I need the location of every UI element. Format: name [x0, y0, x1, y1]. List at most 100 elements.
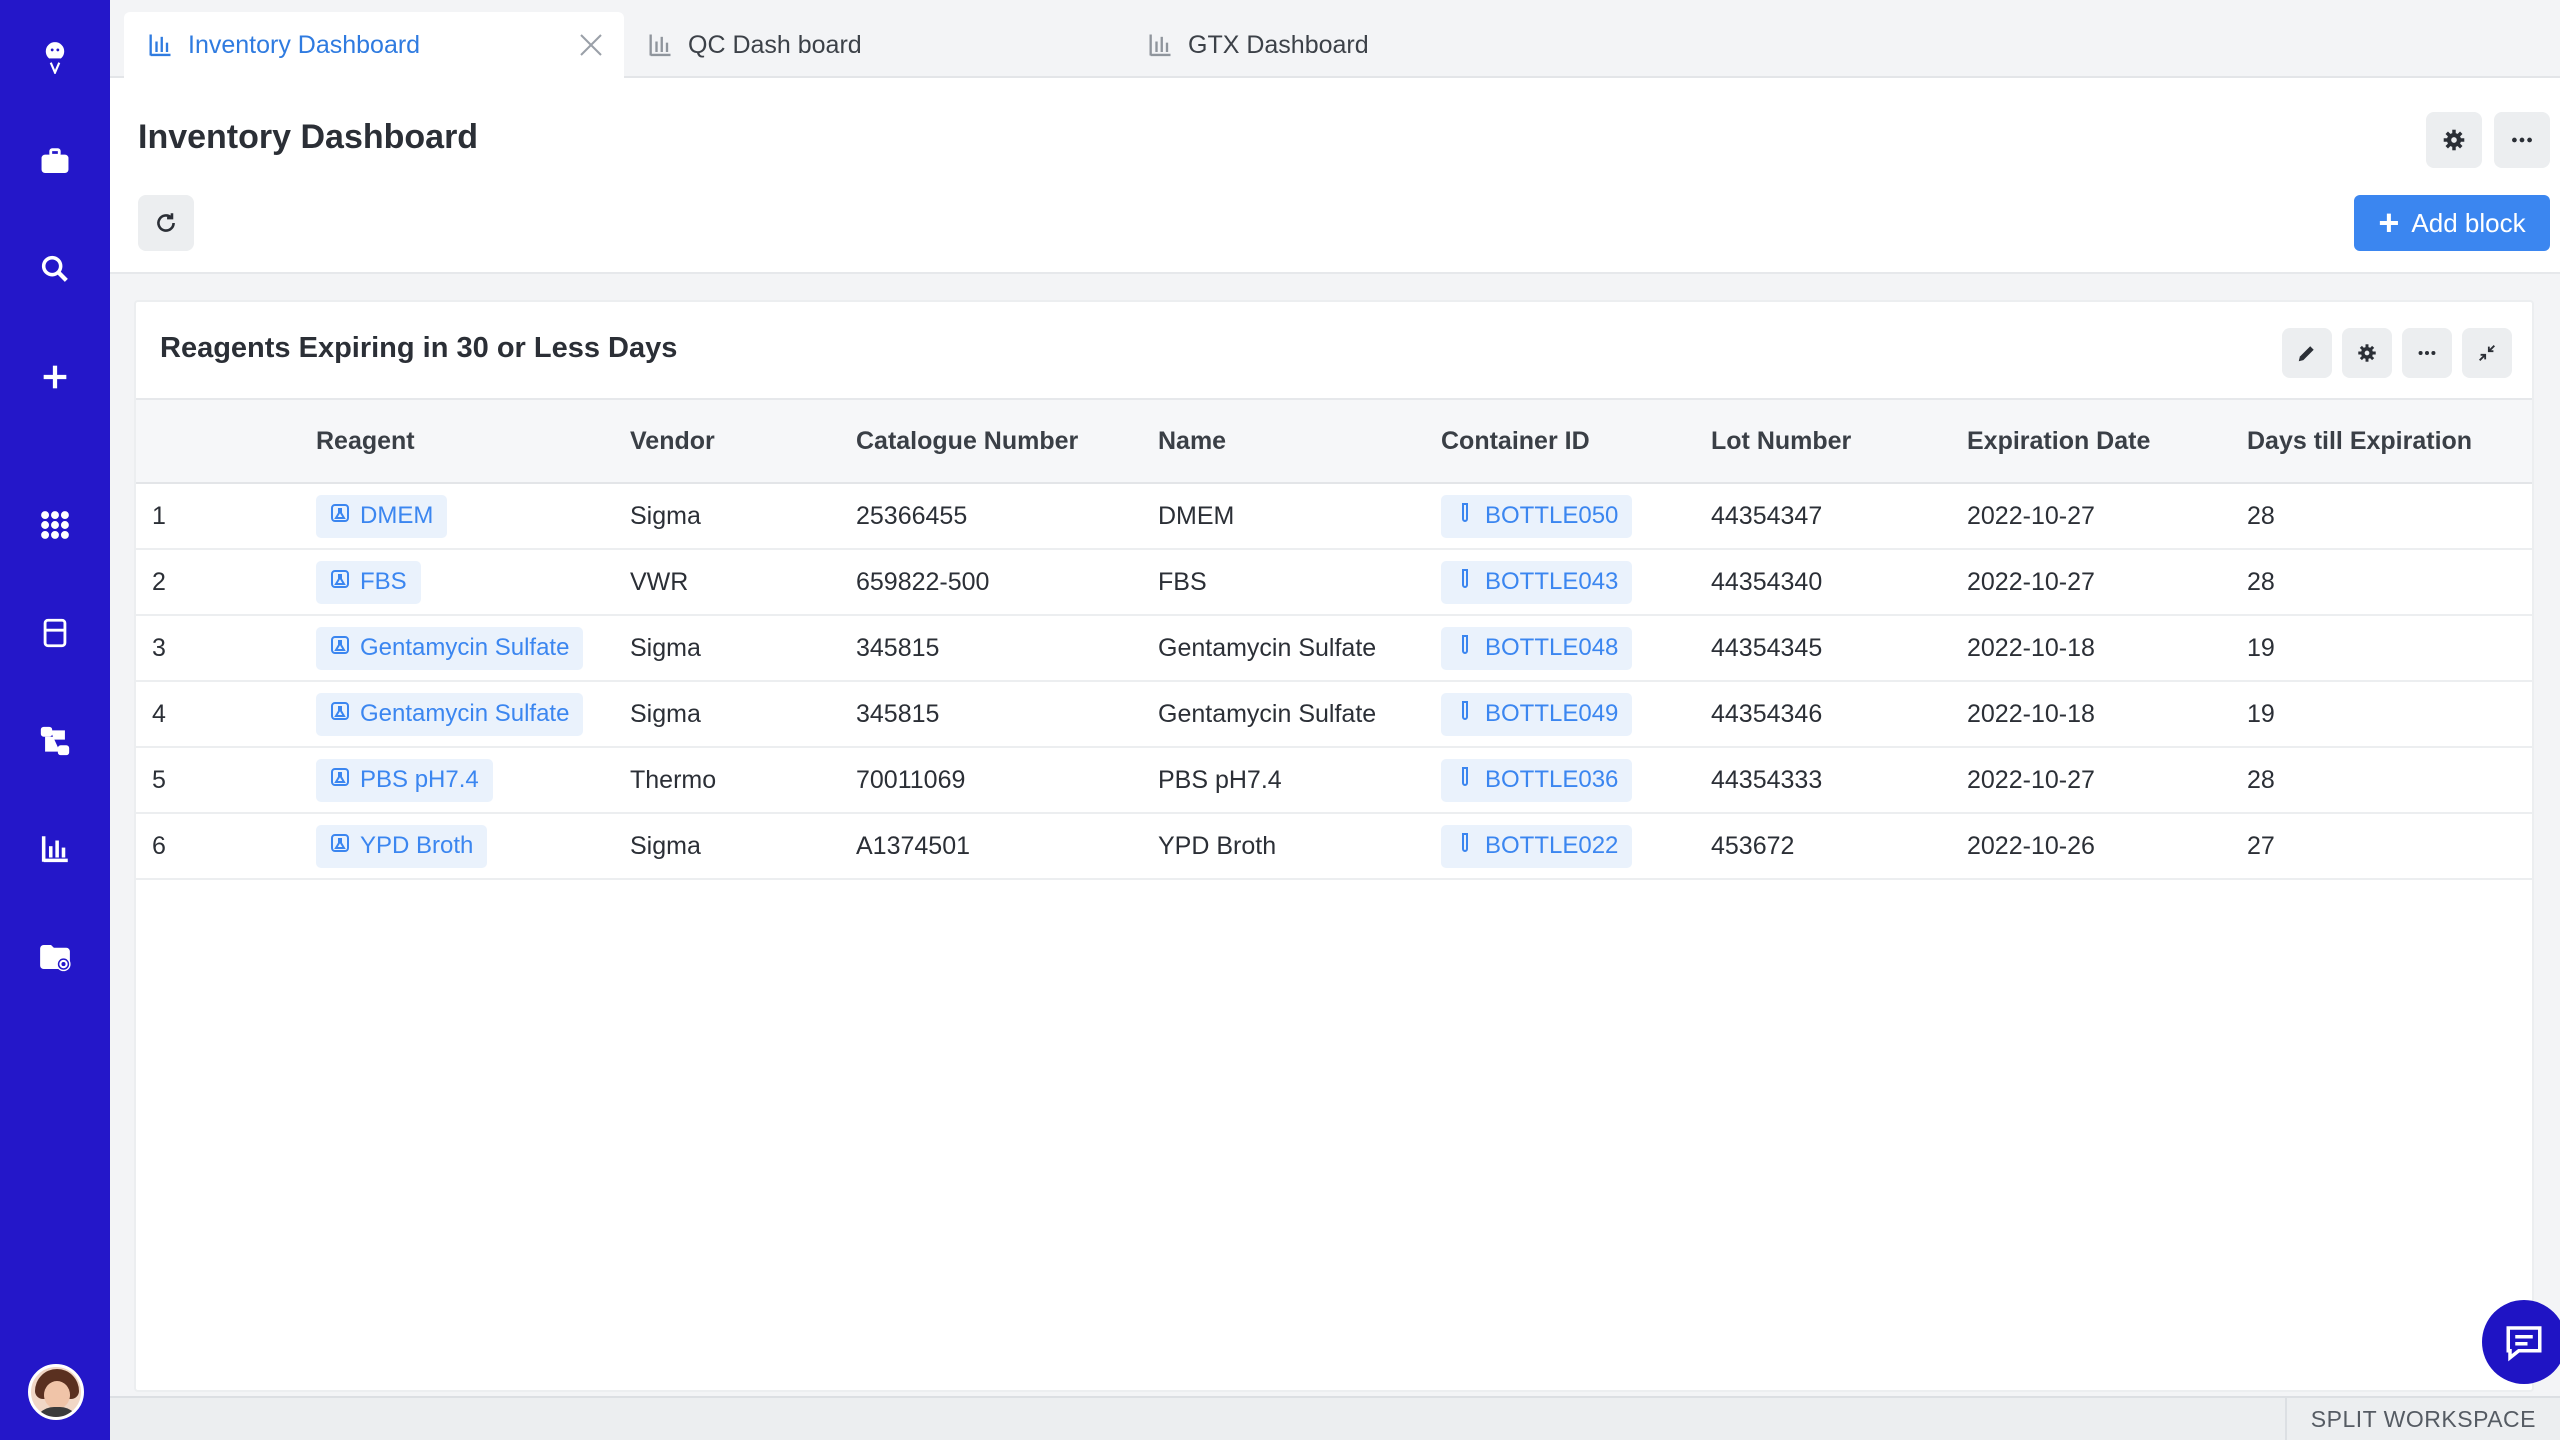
card-title: Reagents Expiring in 30 or Less Days [160, 332, 678, 364]
reagents-expiring-card: Reagents Expiring in 30 or Less Days Rea… [134, 300, 2534, 1392]
folder-settings-icon[interactable] [20, 922, 90, 992]
column-header-container-id[interactable]: Container ID [1441, 399, 1711, 483]
tube-icon [1453, 501, 1477, 532]
catalogue-number-cell: A1374501 [856, 831, 971, 860]
table-row[interactable]: 4 Gentamycin Sulfate Sigma 345815 Gentamycin… [136, 681, 2532, 747]
reagent-cell: Gentamycin Sulfate [316, 615, 630, 681]
lot-number-cell: 44354345 [1711, 633, 1823, 662]
table-row[interactable]: 5 PBS pH7.4 Thermo 70011069 PBS pH7.4 BOTTLE0… [136, 747, 2532, 813]
tab-qc-dashboard[interactable]: QC Dash board [624, 12, 1124, 78]
add-block-button[interactable]: + Add block [2354, 195, 2550, 251]
expiration-date-cell: 2022-10-18 [1967, 633, 2095, 662]
container-link[interactable]: BOTTLE036 [1441, 758, 1633, 802]
tab-label: QC Dash board [688, 30, 862, 59]
vendor-cell: Sigma [630, 633, 701, 662]
chat-support-button[interactable] [2482, 1300, 2560, 1384]
catalogue-number-cell: 25366455 [856, 501, 968, 530]
reagent-flask-icon [328, 567, 352, 598]
vendor-cell: Thermo [630, 765, 717, 794]
days-till-expiration-cell: 28 [2247, 765, 2275, 794]
apps-grid-icon[interactable] [20, 490, 90, 560]
reagent-flask-icon [328, 501, 352, 532]
tab-gtx-dashboard[interactable]: GTX Dashboard [1124, 12, 1624, 78]
edit-block-button[interactable] [2282, 328, 2332, 378]
split-workspace-button[interactable]: SPLIT WORKSPACE [2284, 1398, 2560, 1440]
briefcase-icon[interactable] [20, 126, 90, 196]
bar-chart-icon[interactable] [20, 814, 90, 884]
reagent-link[interactable]: Gentamycin Sulfate [316, 692, 584, 736]
reagent-link[interactable]: FBS [316, 560, 421, 604]
column-header-lot-number[interactable]: Lot Number [1711, 399, 1967, 483]
reagent-name: Gentamycin Sulfate [360, 634, 570, 661]
pencil-icon [2298, 346, 2314, 362]
gear-icon [2443, 129, 2465, 151]
refresh-button[interactable] [138, 195, 194, 251]
reagent-link[interactable]: DMEM [316, 494, 448, 538]
column-header-expiration-date[interactable]: Expiration Date [1967, 399, 2247, 483]
row-index: 4 [152, 699, 166, 728]
column-header-name[interactable]: Name [1158, 399, 1441, 483]
dashboard-settings-button[interactable] [2426, 112, 2482, 168]
collapse-block-button[interactable] [2462, 328, 2512, 378]
workflow-icon[interactable] [20, 706, 90, 776]
close-tab-icon[interactable] [576, 30, 606, 60]
container-cell: BOTTLE043 [1441, 549, 1711, 615]
logo-icon[interactable] [20, 22, 90, 92]
column-header-vendor[interactable]: Vendor [630, 399, 856, 483]
vendor-cell: Sigma [630, 699, 701, 728]
days-till-expiration-cell: 27 [2247, 831, 2275, 860]
lot-number-cell: 44354346 [1711, 699, 1823, 728]
table-body: 1 DMEM Sigma 25366455 DMEM BOTTLE050 44354347 2… [136, 483, 2532, 879]
expiration-date-cell: 2022-10-18 [1967, 699, 2095, 728]
container-link[interactable]: BOTTLE050 [1441, 494, 1633, 538]
table-row[interactable]: 3 Gentamycin Sulfate Sigma 345815 Gentamycin… [136, 615, 2532, 681]
column-header-days-till-expiration[interactable]: Days till Expiration [2247, 399, 2532, 483]
dashboard-more-button[interactable] [2494, 112, 2550, 168]
container-link[interactable]: BOTTLE048 [1441, 626, 1633, 670]
container-cell: BOTTLE048 [1441, 615, 1711, 681]
plus-icon: + [2378, 202, 2400, 243]
collapse-arrows-icon [2479, 345, 2495, 361]
registry-icon[interactable] [20, 598, 90, 668]
reagent-link[interactable]: Gentamycin Sulfate [316, 626, 584, 670]
reagent-name: YPD Broth [360, 832, 474, 859]
plus-icon[interactable] [20, 342, 90, 412]
chat-icon [2506, 1326, 2542, 1362]
expiration-date-cell: 2022-10-26 [1967, 831, 2095, 860]
block-more-button[interactable] [2402, 328, 2452, 378]
page-title: Inventory Dashboard [138, 118, 479, 156]
reagent-flask-icon [328, 831, 352, 862]
reagent-cell: PBS pH7.4 [316, 747, 630, 813]
reagent-link[interactable]: YPD Broth [316, 824, 488, 868]
row-index: 5 [152, 765, 166, 794]
container-link[interactable]: BOTTLE043 [1441, 560, 1633, 604]
reagent-cell: FBS [316, 549, 630, 615]
table-row[interactable]: 1 DMEM Sigma 25366455 DMEM BOTTLE050 44354347 2… [136, 483, 2532, 549]
more-horizontal-icon [2418, 350, 2436, 356]
search-icon[interactable] [20, 234, 90, 304]
expiration-date-cell: 2022-10-27 [1967, 567, 2095, 596]
days-till-expiration-cell: 28 [2247, 501, 2275, 530]
user-avatar[interactable] [28, 1364, 84, 1420]
table-row[interactable]: 2 FBS VWR 659822-500 FBS BOTTLE043 44354340 202… [136, 549, 2532, 615]
container-cell: BOTTLE050 [1441, 483, 1711, 549]
expiration-date-cell: 2022-10-27 [1967, 501, 2095, 530]
refresh-icon [157, 213, 175, 232]
name-cell: YPD Broth [1158, 831, 1277, 860]
block-settings-button[interactable] [2342, 328, 2392, 378]
column-header-catalogue-number[interactable]: Catalogue Number [856, 399, 1158, 483]
tube-icon [1453, 831, 1477, 862]
reagent-flask-icon [328, 633, 352, 664]
name-cell: FBS [1158, 567, 1207, 596]
catalogue-number-cell: 345815 [856, 699, 940, 728]
tube-icon [1453, 699, 1477, 730]
tube-icon [1453, 633, 1477, 664]
table-row[interactable]: 6 YPD Broth Sigma A1374501 YPD Broth BOTTLE02… [136, 813, 2532, 879]
container-link[interactable]: BOTTLE049 [1441, 692, 1633, 736]
container-link[interactable]: BOTTLE022 [1441, 824, 1633, 868]
column-header-reagent[interactable]: Reagent [316, 399, 630, 483]
reagent-link[interactable]: PBS pH7.4 [316, 758, 493, 802]
days-till-expiration-cell: 19 [2247, 633, 2275, 662]
tab-inventory-dashboard[interactable]: Inventory Dashboard [124, 12, 624, 78]
name-cell: Gentamycin Sulfate [1158, 699, 1377, 728]
